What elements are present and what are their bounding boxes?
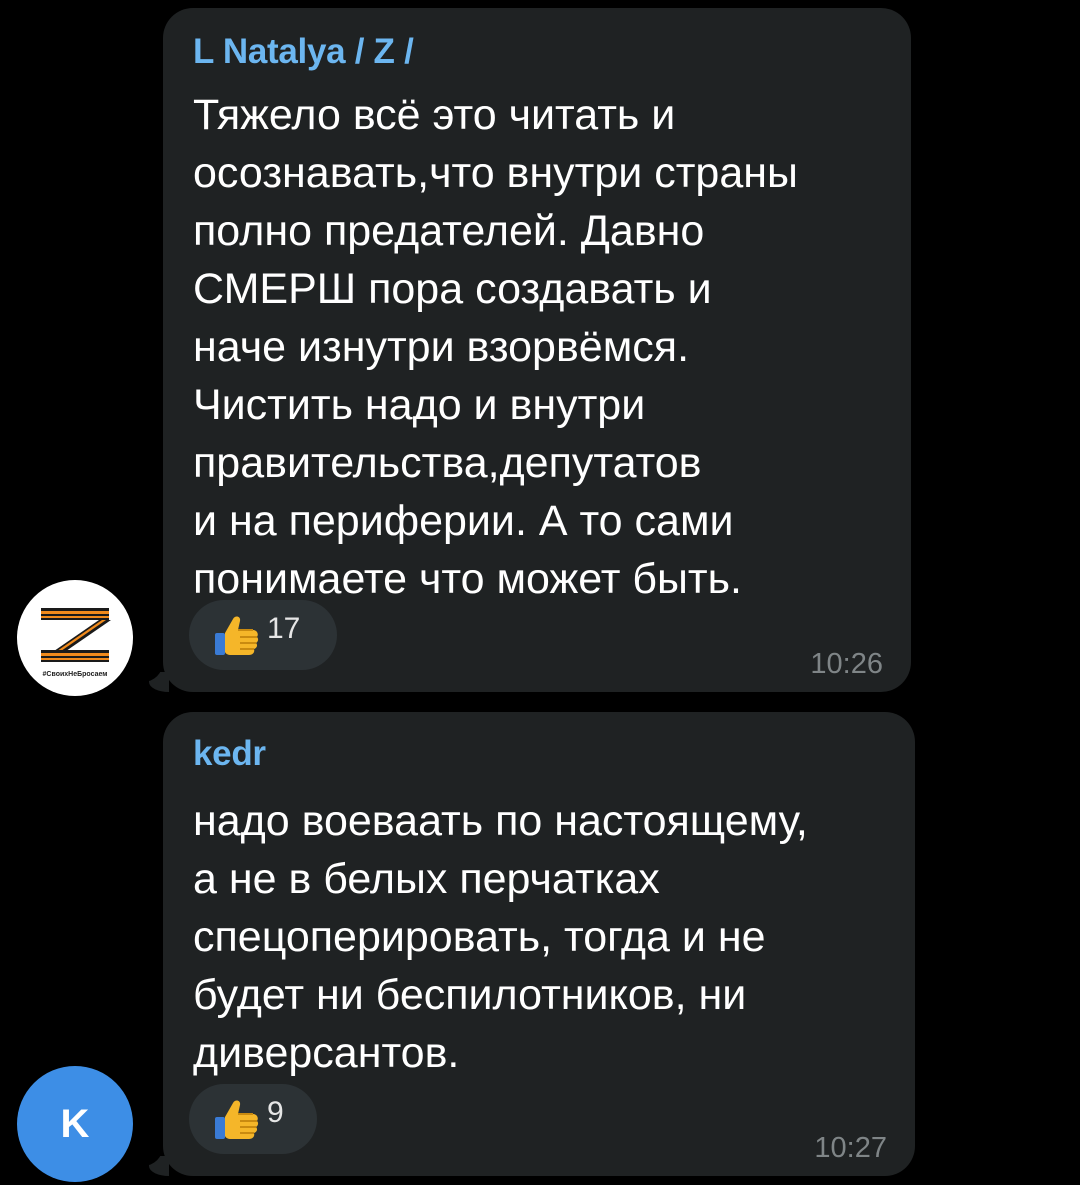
bubble-tail <box>143 1126 169 1176</box>
message-text: надо воеваать по настоящему, а не в белы… <box>193 797 808 1077</box>
avatar-caption: #СвоихНеБросаем <box>43 671 108 678</box>
message-2[interactable]: kedr надо воеваать по настоящему, а не в… <box>0 700 1080 1185</box>
message-bubble[interactable]: kedr надо воеваать по настоящему, а не в… <box>143 712 915 1176</box>
sender-name[interactable]: kedr <box>193 734 266 774</box>
avatar[interactable]: #СвоихНеБросаем <box>17 580 133 696</box>
message-text: Тяжело всё это читать и осознавать,что в… <box>193 91 798 603</box>
reaction-count: 17 <box>267 612 301 645</box>
z-ribbon-logo-icon: #СвоихНеБросаем <box>41 608 111 678</box>
message-time: 10:27 <box>814 1132 887 1164</box>
reaction-count: 9 <box>267 1096 284 1129</box>
reaction-chip[interactable]: 9 <box>189 1084 317 1154</box>
reaction-chip[interactable]: 17 <box>189 600 337 670</box>
avatar-initial: K <box>60 1101 90 1146</box>
thumbs-up-icon <box>215 616 259 655</box>
bubble-tail <box>143 642 169 692</box>
sender-name[interactable]: L Natalya / Z / <box>193 32 414 72</box>
message-1[interactable]: L Natalya / Z / Тяжело всё это читать и … <box>0 0 1080 700</box>
thumbs-up-icon <box>215 1100 259 1139</box>
message-time: 10:26 <box>810 648 883 680</box>
avatar[interactable]: K <box>17 1066 133 1182</box>
message-bubble[interactable]: L Natalya / Z / Тяжело всё это читать и … <box>143 8 911 692</box>
